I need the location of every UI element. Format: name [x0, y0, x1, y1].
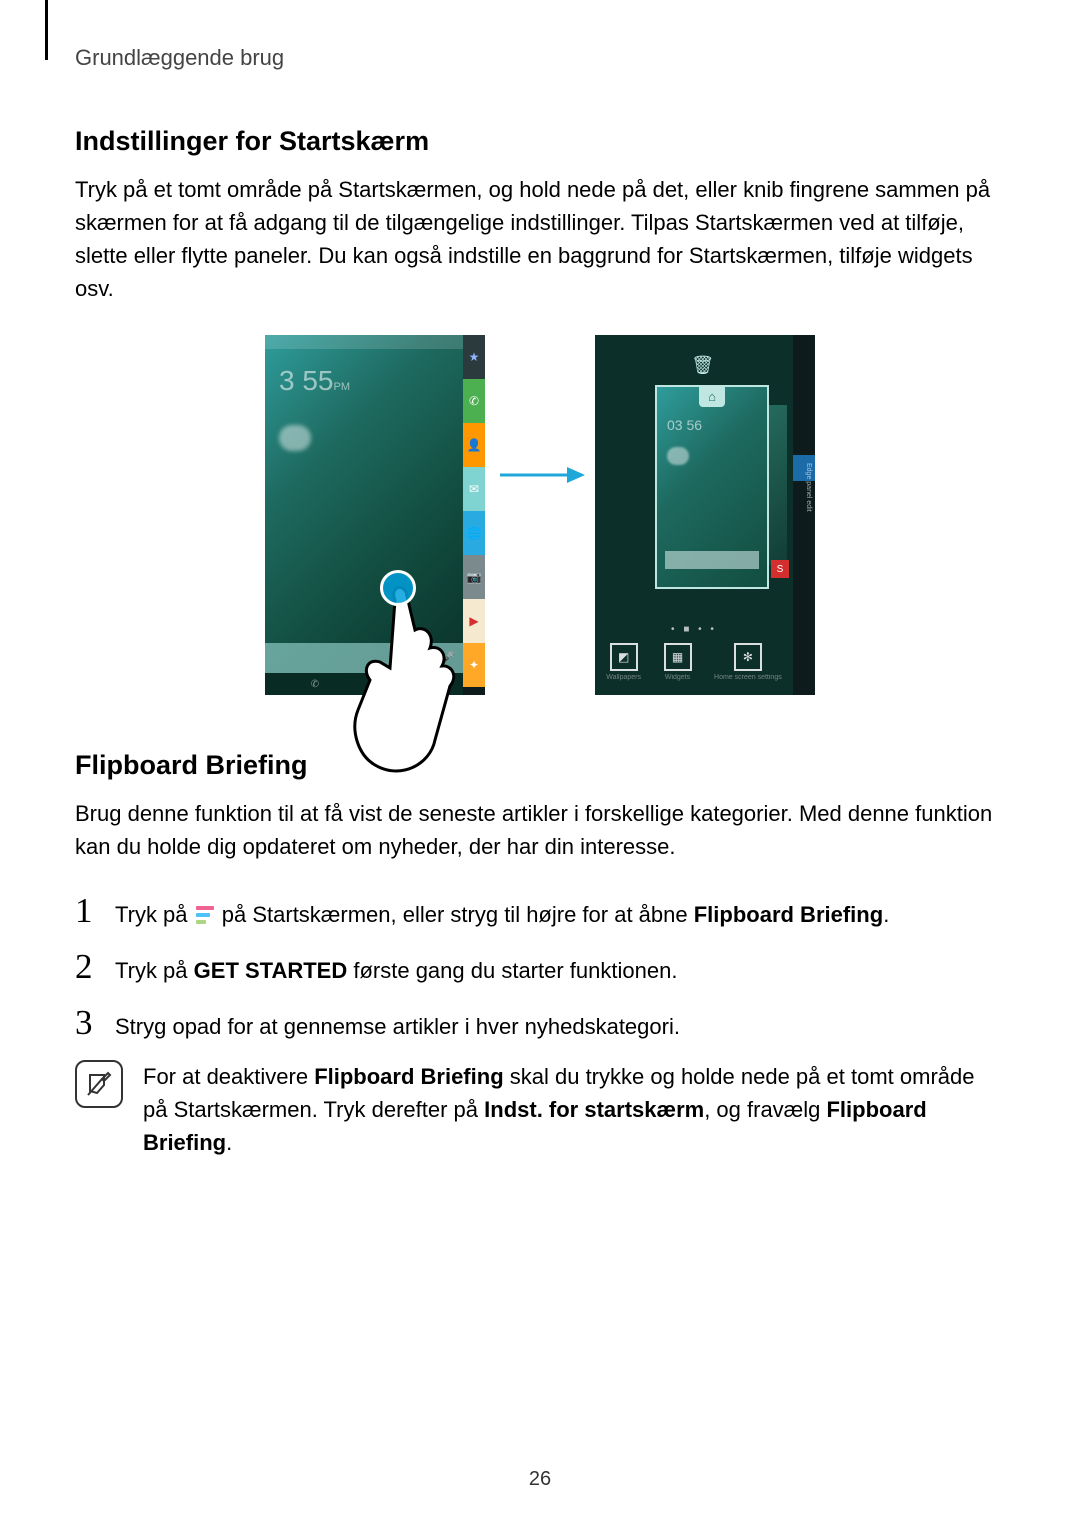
status-bar	[265, 335, 463, 349]
note-icon	[75, 1060, 123, 1108]
hand-gesture	[340, 570, 470, 790]
step-number: 2	[75, 949, 115, 984]
figure-row: 3 55PM ★ ✆ 👤 ✉ 🌐 📷 ▶ ✦ 🎤 ✆ ∷	[75, 335, 1005, 695]
step3-text: Stryg opad for at gennemse artikler i hv…	[115, 1012, 680, 1043]
step-2: 2 Tryk på GET STARTED første gang du sta…	[75, 949, 1005, 987]
header-rule	[45, 0, 48, 60]
step-number: 3	[75, 1005, 115, 1040]
section2-title: Flipboard Briefing	[75, 750, 1005, 781]
edge-phone-icon: ✆	[463, 379, 485, 423]
edge-star-icon: ★	[463, 335, 485, 379]
clock-time: 3 55	[279, 365, 334, 396]
phone-screenshot-right: Edge panel edit 🗑 S ⌂ 03 56 • ■ • • ◩ Wa…	[595, 335, 815, 695]
step2-b: GET STARTED	[194, 958, 348, 983]
step1-a: Tryk på	[115, 902, 194, 927]
page-number: 26	[0, 1468, 1080, 1491]
step-1: 1 Tryk på på Startskærmen, eller stryg t…	[75, 893, 1005, 931]
page-dots: • ■ • •	[595, 624, 793, 635]
settings-icon: ✻	[734, 643, 762, 671]
edge-edit-label: Edge panel edit	[805, 463, 812, 512]
note-box: For at deaktivere Flipboard Briefing ska…	[75, 1060, 1005, 1159]
step-text: Tryk på på Startskærmen, eller stryg til…	[115, 900, 889, 931]
note-g: .	[226, 1130, 232, 1155]
step1-d: .	[883, 902, 889, 927]
briefing-stack-icon	[196, 906, 214, 926]
preview-dock	[665, 551, 759, 569]
clock-ampm: PM	[334, 381, 351, 393]
note-d: Indst. for startskærm	[484, 1097, 704, 1122]
note-e: , og fravælg	[704, 1097, 826, 1122]
delete-panel-icon: 🗑	[691, 355, 714, 376]
homescreen-preview: ⌂ 03 56	[655, 385, 769, 589]
flipboard-tile-icon: S	[771, 560, 789, 578]
wallpapers-label: Wallpapers	[606, 674, 641, 681]
wallpapers-button: ◩ Wallpapers	[606, 643, 641, 681]
widgets-icon: ▦	[664, 643, 692, 671]
wallpapers-icon: ◩	[610, 643, 638, 671]
phone-screenshot-left: 3 55PM ★ ✆ 👤 ✉ 🌐 📷 ▶ ✦ 🎤 ✆ ∷	[265, 335, 485, 695]
settings-button: ✻ Home screen settings	[714, 643, 782, 681]
edge-panel	[793, 335, 815, 695]
note-text: For at deaktivere Flipboard Briefing ska…	[143, 1060, 1005, 1159]
step-3: 3 Stryg opad for at gennemse artikler i …	[75, 1005, 1005, 1043]
step1-b: på Startskærmen, eller stryg til højre f…	[216, 902, 694, 927]
step-number: 1	[75, 893, 115, 928]
preview-clock: 03 56	[667, 417, 702, 433]
page-header: Grundlæggende brug	[75, 45, 1005, 71]
edge-contact-icon: 👤	[463, 423, 485, 467]
step2-a: Tryk på	[115, 958, 194, 983]
header-section-text: Grundlæggende brug	[75, 45, 1005, 71]
note-a: For at deaktivere	[143, 1064, 314, 1089]
step1-c: Flipboard Briefing	[694, 902, 883, 927]
home-indicator-icon: ⌂	[699, 385, 725, 407]
touch-point-icon	[380, 570, 416, 606]
clock-widget: 3 55PM	[279, 365, 350, 397]
section1-title: Indstillinger for Startskærm	[75, 126, 1005, 157]
homescreen-toolbar: ◩ Wallpapers ▦ Widgets ✻ Home screen set…	[595, 643, 793, 681]
arrow-right-icon	[495, 460, 585, 490]
steps-list: 1 Tryk på på Startskærmen, eller stryg t…	[75, 893, 1005, 1042]
section1-body: Tryk på et tomt område på Startskærmen, …	[75, 173, 1005, 305]
settings-label: Home screen settings	[714, 674, 782, 681]
side-edge-preview	[767, 405, 787, 565]
section2-body: Brug denne funktion til at få vist de se…	[75, 797, 1005, 863]
preview-weather	[667, 447, 689, 465]
widgets-label: Widgets	[665, 674, 690, 681]
weather-widget	[279, 425, 311, 451]
dock-phone-icon: ✆	[311, 679, 319, 690]
edge-globe-icon: 🌐	[463, 511, 485, 555]
step2-c: første gang du starter funktionen.	[347, 958, 677, 983]
note-b: Flipboard Briefing	[314, 1064, 503, 1089]
step-text: Tryk på GET STARTED første gang du start…	[115, 956, 677, 987]
edge-mail-icon: ✉	[463, 467, 485, 511]
widgets-button: ▦ Widgets	[664, 643, 692, 681]
